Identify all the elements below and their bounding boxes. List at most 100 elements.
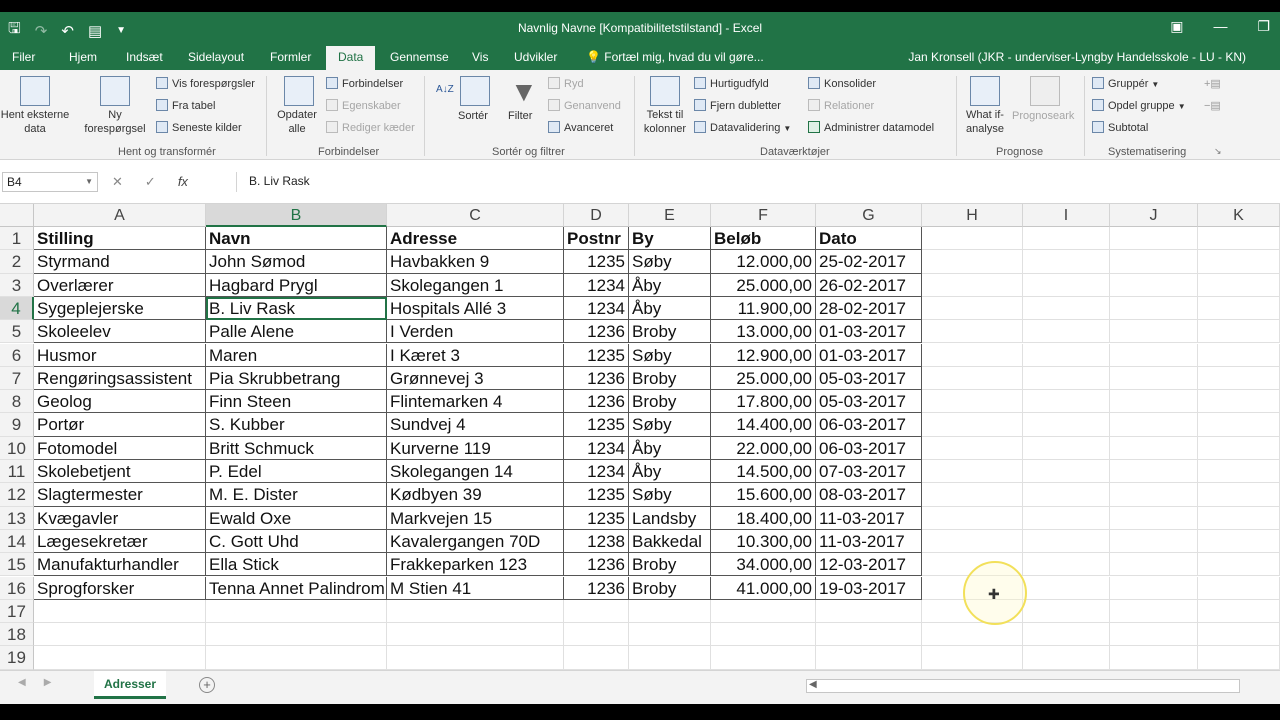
next-sheet-icon[interactable]: ▶	[44, 677, 52, 688]
formula-input[interactable]: B. Liv Rask	[236, 172, 1280, 192]
cell-g5[interactable]: 01-03-2017	[816, 320, 922, 344]
column-header-c[interactable]: C	[387, 204, 564, 227]
connections-button[interactable]: Forbindelser	[326, 77, 403, 90]
sort-button[interactable]: Sortér	[458, 110, 488, 122]
properties-button[interactable]: Egenskaber	[326, 99, 401, 112]
cell-d1[interactable]: Postnr	[564, 227, 629, 251]
cell-j15[interactable]	[1110, 553, 1198, 577]
cell-i13[interactable]	[1023, 506, 1110, 530]
ungroup-button[interactable]: Opdel gruppe ▼	[1092, 99, 1186, 112]
cell-a9[interactable]: Portør	[34, 413, 206, 437]
user-name[interactable]: Jan Kronsell (JKR - underviser-Lyngby Ha…	[908, 50, 1246, 64]
cell-j19[interactable]	[1110, 646, 1198, 670]
column-header-k[interactable]: K	[1198, 204, 1280, 227]
insert-function-icon[interactable]: fx	[178, 174, 188, 190]
cell-e2[interactable]: Søby	[629, 250, 711, 274]
column-header-b[interactable]: B	[206, 204, 387, 227]
cell-f4[interactable]: 11.900,00	[711, 296, 816, 321]
cell-a17[interactable]	[34, 599, 206, 624]
remove-duplicates-button[interactable]: Fjern dubletter	[694, 99, 781, 112]
ribbon-display-icon[interactable]: ▣	[1170, 18, 1183, 35]
cell-c1[interactable]: Adresse	[387, 227, 564, 251]
cell-i2[interactable]	[1023, 250, 1110, 274]
cell-h8[interactable]	[922, 390, 1023, 414]
cell-f9[interactable]: 14.400,00	[711, 413, 816, 437]
row-header-6[interactable]: 6	[0, 343, 34, 367]
column-header-a[interactable]: A	[34, 204, 206, 227]
tab-filer[interactable]: Filer	[12, 50, 35, 64]
restore-icon[interactable]: ❐	[1257, 18, 1270, 35]
cell-i18[interactable]	[1023, 623, 1110, 647]
column-header-j[interactable]: J	[1110, 204, 1198, 227]
new-query-button[interactable]: Ny forespørgsel	[78, 108, 152, 136]
cell-h10[interactable]	[922, 436, 1023, 460]
edit-links-button[interactable]: Rediger kæder	[326, 121, 415, 134]
cell-e12[interactable]: Søby	[629, 483, 711, 507]
cell-e9[interactable]: Søby	[629, 413, 711, 437]
row-header-17[interactable]: 17	[0, 599, 34, 624]
cell-e1[interactable]: By	[629, 227, 711, 251]
cell-f19[interactable]	[711, 646, 816, 670]
what-if-analysis-button[interactable]: What if- analyse	[958, 108, 1012, 136]
cell-d5[interactable]: 1236	[564, 320, 629, 344]
cell-i9[interactable]	[1023, 413, 1110, 437]
cell-b18[interactable]	[206, 623, 387, 647]
cell-i6[interactable]	[1023, 343, 1110, 367]
cell-a8[interactable]: Geolog	[34, 390, 206, 414]
cell-j16[interactable]	[1110, 576, 1198, 600]
row-header-14[interactable]: 14	[0, 529, 34, 554]
cell-d12[interactable]: 1235	[564, 483, 629, 507]
cell-j9[interactable]	[1110, 413, 1198, 437]
cell-k9[interactable]	[1198, 413, 1280, 437]
tab-udvikler[interactable]: Udvikler	[514, 50, 557, 64]
row-header-2[interactable]: 2	[0, 250, 34, 274]
cell-c14[interactable]: Kavalergangen 70D	[387, 529, 564, 554]
cell-g15[interactable]: 12-03-2017	[816, 553, 922, 577]
cell-d6[interactable]: 1235	[564, 343, 629, 367]
cell-i12[interactable]	[1023, 483, 1110, 507]
row-header-1[interactable]: 1	[0, 227, 34, 251]
cell-j10[interactable]	[1110, 436, 1198, 460]
cell-a19[interactable]	[34, 646, 206, 670]
cell-e6[interactable]: Søby	[629, 343, 711, 367]
from-table-button[interactable]: Fra tabel	[156, 99, 215, 112]
cell-h6[interactable]	[922, 343, 1023, 367]
row-header-11[interactable]: 11	[0, 460, 34, 484]
prev-sheet-icon[interactable]: ◀	[18, 677, 26, 688]
cell-g9[interactable]: 06-03-2017	[816, 413, 922, 437]
cell-k14[interactable]	[1198, 529, 1280, 554]
cell-c10[interactable]: Kurverne 119	[387, 436, 564, 460]
cell-d11[interactable]: 1234	[564, 460, 629, 484]
cell-g13[interactable]: 11-03-2017	[816, 506, 922, 530]
cell-d10[interactable]: 1234	[564, 436, 629, 460]
cell-e7[interactable]: Broby	[629, 366, 711, 391]
row-header-19[interactable]: 19	[0, 646, 34, 670]
tab-data[interactable]: Data	[326, 46, 376, 70]
cell-h4[interactable]	[922, 296, 1023, 321]
cell-j6[interactable]	[1110, 343, 1198, 367]
cell-e17[interactable]	[629, 599, 711, 624]
cell-a10[interactable]: Fotomodel	[34, 436, 206, 460]
cell-e5[interactable]: Broby	[629, 320, 711, 344]
cell-i10[interactable]	[1023, 436, 1110, 460]
cell-a3[interactable]: Overlærer	[34, 273, 206, 297]
refresh-all-button[interactable]: Opdater alle	[270, 108, 324, 136]
cell-e4[interactable]: Åby	[629, 296, 711, 321]
cell-g7[interactable]: 05-03-2017	[816, 366, 922, 391]
tab-sidelayout[interactable]: Sidelayout	[188, 50, 244, 64]
consolidate-button[interactable]: Konsolider	[808, 77, 876, 90]
cell-b16[interactable]: Tenna Annet Palindrom	[206, 576, 387, 600]
cell-c5[interactable]: I Verden	[387, 320, 564, 344]
row-header-4[interactable]: 4	[0, 296, 34, 321]
cell-i5[interactable]	[1023, 320, 1110, 344]
cell-h12[interactable]	[922, 483, 1023, 507]
clear-button[interactable]: Ryd	[548, 77, 584, 90]
cell-g3[interactable]: 26-02-2017	[816, 273, 922, 297]
row-header-8[interactable]: 8	[0, 390, 34, 414]
sheet-tab-adresser[interactable]: Adresser	[94, 671, 166, 699]
cell-c4[interactable]: Hospitals Allé 3	[387, 296, 564, 321]
cell-f10[interactable]: 22.000,00	[711, 436, 816, 460]
cell-c11[interactable]: Skolegangen 14	[387, 460, 564, 484]
cell-d15[interactable]: 1236	[564, 553, 629, 577]
cell-d3[interactable]: 1234	[564, 273, 629, 297]
